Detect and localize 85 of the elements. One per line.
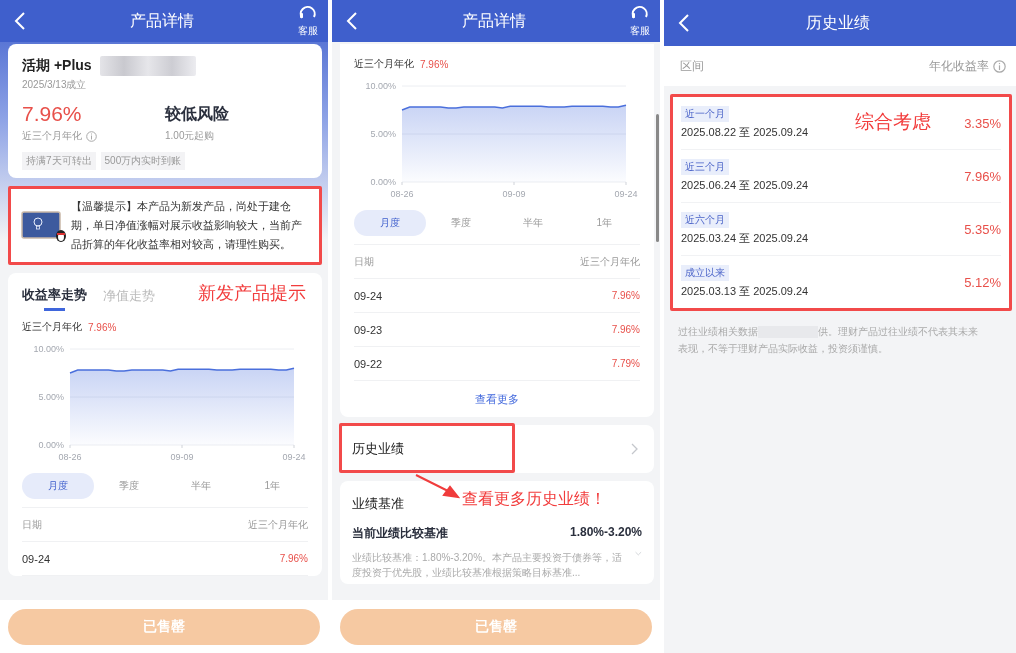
column-header: 日期 xyxy=(354,254,374,269)
column-header: 近三个月年化 xyxy=(580,254,640,269)
back-icon[interactable] xyxy=(14,12,26,30)
feature-tag: 持满7天可转出 xyxy=(22,152,96,170)
rate-label: 近三个月年化 xyxy=(22,129,82,143)
period-tab[interactable]: 季度 xyxy=(93,473,165,499)
summary-label: 近三个月年化 xyxy=(354,57,414,71)
benchmark-description: 业绩比较基准：1.80%-3.20%。本产品主要投资于债券等，适度投资于优先股，业绩比较基准根据策略目标基准... xyxy=(352,551,624,580)
axis-label: 08-26 xyxy=(390,189,414,199)
period-tab[interactable]: 月度 xyxy=(354,210,426,236)
annotation-arrow xyxy=(414,473,460,499)
footnote-text: 供。理财产品过往业绩不代表其未来 xyxy=(818,325,978,339)
history-label: 历史业绩 xyxy=(352,440,404,458)
table-cell: 7.96% xyxy=(611,324,640,335)
period-tab[interactable]: 1年 xyxy=(568,210,640,236)
table-cell: 09-22 xyxy=(354,357,383,370)
feature-tag: 500万内实时到账 xyxy=(100,152,186,170)
table-cell: 7.96% xyxy=(279,553,308,564)
benchmark-label: 当前业绩比较基准 xyxy=(352,525,448,542)
back-icon[interactable] xyxy=(678,14,690,32)
period-tag: 近三个月 xyxy=(681,159,729,175)
table-cell: 7.96% xyxy=(611,290,640,301)
summary-value: 7.96% xyxy=(88,321,117,333)
period-tab[interactable]: 半年 xyxy=(165,473,237,499)
page-title: 产品详情 xyxy=(462,10,526,31)
period-tab[interactable]: 季度 xyxy=(425,210,497,236)
column-header: 日期 xyxy=(22,517,42,532)
period-tag: 近一个月 xyxy=(681,106,729,122)
table-cell: 09-23 xyxy=(354,323,383,336)
lightbulb-board-drawing xyxy=(21,208,67,243)
summary-value: 7.96% xyxy=(420,58,449,70)
customer-service-button[interactable]: 客服 xyxy=(298,4,318,38)
view-more-link[interactable]: 查看更多 xyxy=(354,381,640,417)
back-icon[interactable] xyxy=(346,12,358,30)
axis-label: 0.00% xyxy=(38,440,64,450)
trend-tab[interactable]: 收益率走势 xyxy=(22,285,87,311)
axis-label: 10.00% xyxy=(33,344,64,354)
product-name: 活期 +Plus xyxy=(22,57,92,75)
trend-tab[interactable]: 净值走势 xyxy=(103,287,155,309)
annotation-text: 查看更多历史业绩！ xyxy=(462,489,606,509)
axis-label: 08-26 xyxy=(58,452,82,462)
period-tab[interactable]: 半年 xyxy=(497,210,569,236)
page-title: 历史业绩 xyxy=(806,12,870,33)
customer-service-button[interactable]: 客服 xyxy=(630,4,650,38)
annual-rate: 7.96% xyxy=(964,168,1001,184)
page-title: 产品详情 xyxy=(130,10,194,31)
annotation-text: 综合考虑 xyxy=(855,110,931,134)
chevron-right-icon xyxy=(631,443,638,455)
annual-rate: 5.35% xyxy=(964,221,1001,237)
benchmark-title: 业绩基准 xyxy=(352,495,404,513)
minimum-purchase: 1.00元起购 xyxy=(165,129,216,143)
footnote-text: 过往业绩相关数据 xyxy=(678,325,758,339)
annual-rate: 7.96% xyxy=(22,102,83,126)
notice-text: 【温馨提示】本产品为新发产品，尚处于建仓期，单日净值涨幅对展示收益影响较大，当前产品折算的年化收益率相对较高，请理性购买。 xyxy=(71,199,303,252)
column-header: 年化收益率 xyxy=(929,57,989,75)
period-tag: 成立以来 xyxy=(681,265,729,281)
annual-rate: 5.12% xyxy=(964,274,1001,290)
column-header: 近三个月年化 xyxy=(248,517,308,532)
date-range: 2025.03.24 至 2025.09.24 xyxy=(681,231,809,246)
period-tab[interactable]: 月度 xyxy=(22,473,94,499)
axis-label: 09-24 xyxy=(282,452,306,462)
axis-label: 0.00% xyxy=(370,177,396,187)
summary-label: 近三个月年化 xyxy=(22,320,82,334)
table-cell: 09-24 xyxy=(354,289,383,302)
table-cell: 09-24 xyxy=(22,552,51,565)
axis-label: 5.00% xyxy=(370,129,396,139)
date-range: 2025.06.24 至 2025.09.24 xyxy=(681,178,809,193)
period-tag: 近六个月 xyxy=(681,212,729,228)
axis-label: 10.00% xyxy=(365,81,396,91)
axis-label: 09-24 xyxy=(614,189,638,199)
axis-label: 09-09 xyxy=(170,452,194,462)
date-range: 2025.08.22 至 2025.09.24 xyxy=(681,125,809,140)
table-cell: 7.79% xyxy=(611,358,640,369)
footnote-text: 表现，不等于理财产品实际收益，投资须谨慎。 xyxy=(678,342,888,356)
history-row[interactable]: 历史业绩 xyxy=(340,425,654,473)
annotation-text: 新发产品提示 xyxy=(198,282,306,305)
established-date: 2025/3/13成立 xyxy=(22,78,88,92)
risk-level: 较低风险 xyxy=(165,104,230,124)
axis-label: 5.00% xyxy=(38,392,64,402)
axis-label: 09-09 xyxy=(502,189,526,199)
period-tab[interactable]: 1年 xyxy=(236,473,308,499)
date-range: 2025.03.13 至 2025.09.24 xyxy=(681,284,809,299)
annual-rate: 3.35% xyxy=(964,115,1001,131)
benchmark-value: 1.80%-3.20% xyxy=(569,525,642,541)
column-header: 区间 xyxy=(680,57,704,75)
